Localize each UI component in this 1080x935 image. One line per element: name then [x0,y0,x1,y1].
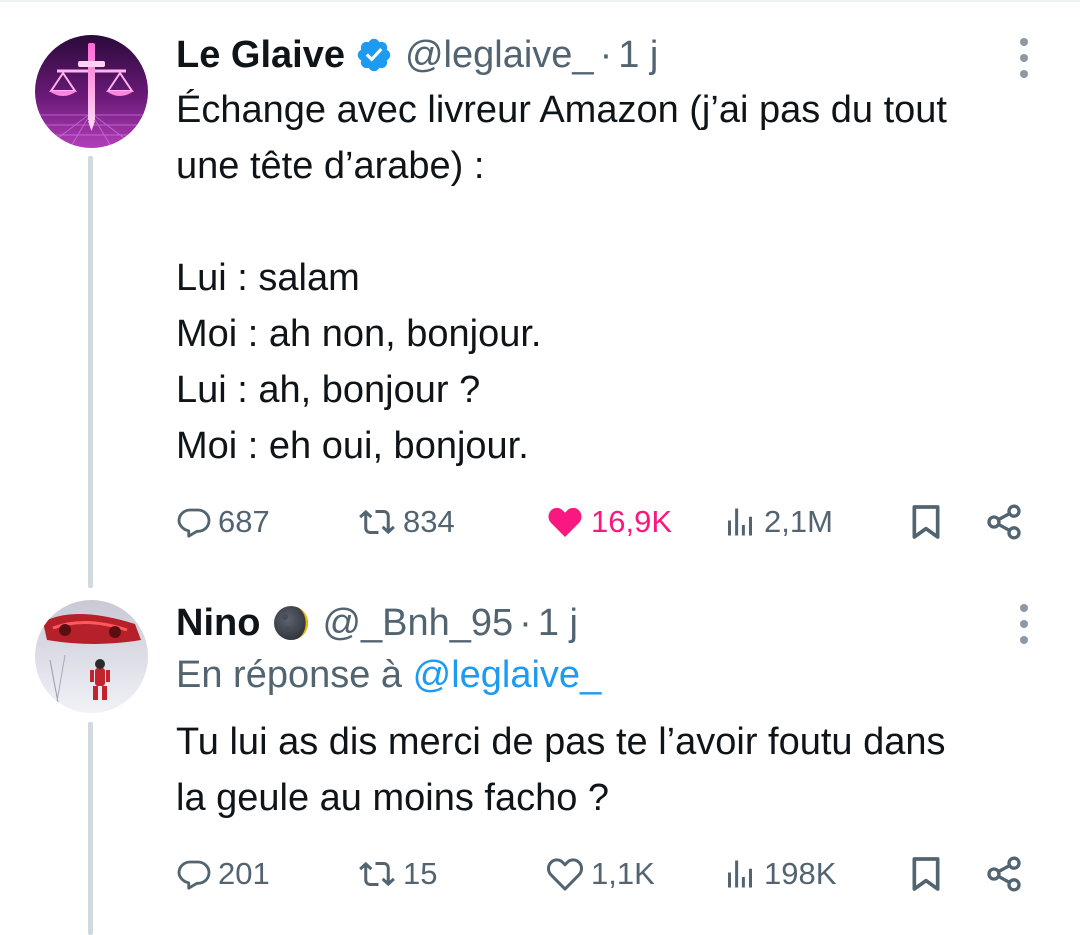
retweet-icon [359,509,395,535]
tweet-header: Nino @_Bnh_95 · 1 j [176,596,578,650]
text-line: Tu lui as dis merci de pas te l’avoir fo… [176,721,946,763]
reply-icon [177,508,211,538]
avatar[interactable] [35,35,148,148]
separator-dot: · [599,33,613,76]
text-line: Moi : eh oui, bonjour. [176,425,529,467]
thread-connector [88,722,93,935]
heart-icon [546,858,584,891]
display-name[interactable]: Nino [176,602,260,645]
bookmark-icon[interactable] [906,852,946,896]
text-line: Lui : ah, bonjour ? [176,369,481,411]
moon-emoji-icon [272,604,310,642]
retweet-button[interactable]: 834 [357,500,455,544]
text-line [176,194,1056,250]
views-icon [728,508,752,536]
share-icon[interactable] [984,502,1024,542]
like-count: 16,9K [591,504,673,539]
like-button[interactable]: 1,1K [545,852,655,896]
like-button[interactable]: 16,9K [545,500,672,544]
views-count: 198K [764,856,837,891]
text-line: Moi : ah non, bonjour. [176,313,542,355]
text-line: Lui : salam [176,257,360,299]
author-handle[interactable]: @leglaive_ [405,34,594,77]
timestamp[interactable]: 1 j [538,602,578,645]
views-button[interactable]: 198K [722,852,836,896]
reply-prefix: En réponse à [176,654,403,696]
text-line: la geule au moins facho ? [176,777,610,819]
avatar[interactable] [35,600,148,713]
reply-mention-link[interactable]: @leglaive_ [413,654,602,696]
views-count: 2,1M [764,504,833,539]
tweet-text: Tu lui as dis merci de pas te l’avoir fo… [176,714,1056,826]
reply-count: 687 [218,504,270,539]
separator-dot: · [519,601,532,644]
reply-context: En réponse à @leglaive_ [176,654,601,704]
tweet-header: Le Glaive @leglaive_ · 1 j [176,28,658,82]
heart-icon [548,507,582,538]
thread-connector [88,156,93,588]
timestamp[interactable]: 1 j [618,34,658,77]
views-icon [728,860,752,888]
like-count: 1,1K [591,856,655,891]
reply-icon [177,860,211,890]
reply-button[interactable]: 201 [176,852,270,896]
retweet-button[interactable]: 15 [357,852,437,896]
text-line: une tête d’arabe) : [176,145,485,187]
display-name[interactable]: Le Glaive [176,34,345,77]
views-button[interactable]: 2,1M [722,500,833,544]
reply-count: 201 [218,856,270,891]
text-line: Échange avec livreur Amazon (j’ai pas du… [176,89,947,131]
top-divider [0,0,1080,2]
verified-badge-icon [355,36,393,74]
tweet-text: Échange avec livreur Amazon (j’ai pas du… [176,82,1056,474]
bookmark-icon[interactable] [906,500,946,544]
retweet-count: 834 [403,504,455,539]
more-icon[interactable] [1010,38,1038,78]
reply-button[interactable]: 687 [176,500,270,544]
retweet-icon [359,861,395,887]
retweet-count: 15 [403,856,438,891]
share-icon[interactable] [984,854,1024,894]
author-handle[interactable]: @_Bnh_95 [322,602,513,645]
more-icon[interactable] [1010,604,1038,644]
